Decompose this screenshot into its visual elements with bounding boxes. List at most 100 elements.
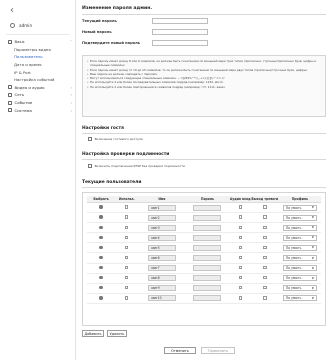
select-radio[interactable] (99, 296, 103, 300)
user-name-field[interactable]: user5 (147, 244, 176, 251)
user-password-field[interactable] (193, 234, 222, 241)
user-name-field[interactable]: user4 (147, 234, 176, 241)
select-radio[interactable] (99, 286, 103, 290)
current-password-input[interactable] (152, 18, 208, 24)
profile-select[interactable]: По умолч. ▼ (282, 214, 317, 221)
alarm-out-checkbox[interactable] (263, 286, 267, 290)
use-checkbox[interactable] (125, 276, 129, 280)
user-password-field[interactable] (193, 255, 222, 262)
use-cell (115, 212, 139, 224)
alarm-out-checkbox[interactable] (263, 245, 267, 250)
sidebar-item[interactable]: Дата и время (8, 61, 72, 69)
cancel-button[interactable]: Отменить (164, 347, 196, 354)
audio-in-checkbox[interactable] (238, 296, 242, 300)
sidebar-item[interactable]: Событие › (8, 99, 72, 107)
use-checkbox[interactable] (125, 215, 129, 219)
user-password-field[interactable] (193, 295, 222, 302)
new-password-input[interactable] (152, 29, 208, 35)
use-checkbox[interactable] (125, 286, 129, 290)
alarm-out-cell (250, 273, 279, 284)
profile-select[interactable]: По умолч. ▼ (282, 244, 317, 251)
user-password-field[interactable] (193, 265, 222, 272)
password-cell (185, 293, 230, 304)
audio-in-cell (229, 202, 251, 214)
select-radio[interactable] (99, 225, 103, 229)
alarm-out-checkbox[interactable] (263, 215, 267, 219)
rtsp-no-auth-checkbox[interactable] (88, 164, 92, 168)
select-radio[interactable] (99, 235, 103, 240)
audio-in-cell (229, 263, 251, 274)
profile-select[interactable]: По умолч. ▼ (282, 224, 317, 231)
user-password-field[interactable] (193, 285, 222, 292)
delete-user-button[interactable]: Удалить (107, 330, 127, 337)
sidebar-item[interactable]: Basic ˄ (8, 38, 72, 46)
user-name-field[interactable]: user10 (147, 295, 176, 302)
user-name-field[interactable]: user9 (147, 285, 176, 292)
table-row: user8 По умолч. ▼ (87, 273, 321, 284)
profile-select[interactable]: По умолч. ▼ (282, 265, 317, 272)
user-password-field[interactable] (193, 224, 222, 231)
use-checkbox[interactable] (125, 225, 129, 229)
alarm-out-checkbox[interactable] (263, 296, 267, 300)
profile-select[interactable]: По умолч. ▼ (282, 295, 317, 302)
profile-select[interactable]: По умолч. ▼ (282, 255, 317, 262)
use-cell (115, 293, 139, 304)
sidebar-divider (6, 34, 69, 35)
audio-in-checkbox[interactable] (238, 245, 242, 250)
user-password-field[interactable] (193, 275, 222, 282)
use-checkbox[interactable] (125, 255, 129, 260)
sidebar-item[interactable]: Параметры видео (8, 46, 72, 54)
sidebar-item[interactable]: Система › (8, 106, 72, 114)
sidebar-item[interactable]: Видео и аудио › (8, 84, 72, 92)
profile-select[interactable]: По умолч. ▼ (282, 285, 317, 292)
audio-in-checkbox[interactable] (238, 255, 242, 260)
user-password-field[interactable] (193, 204, 222, 211)
user-password-field[interactable] (193, 214, 222, 221)
user-name-field[interactable]: user2 (147, 214, 176, 221)
chevron-down-icon: ▼ (311, 276, 314, 280)
table-row: user7 По умолч. ▼ (87, 263, 321, 274)
alarm-out-checkbox[interactable] (263, 205, 267, 209)
sidebar-item[interactable]: IP & Port (8, 68, 72, 76)
profile-select[interactable]: По умолч. ▼ (282, 234, 317, 241)
use-checkbox[interactable] (125, 235, 129, 240)
audio-in-checkbox[interactable] (238, 286, 242, 290)
alarm-out-checkbox[interactable] (263, 276, 267, 280)
user-name-field[interactable]: user7 (147, 265, 176, 272)
user-name-field[interactable]: user6 (147, 255, 176, 262)
apply-button[interactable]: Применить (201, 347, 235, 354)
sidebar-item[interactable]: Пользователь (8, 53, 72, 61)
use-checkbox[interactable] (125, 265, 129, 270)
audio-in-checkbox[interactable] (238, 205, 242, 209)
back-arrow-icon[interactable]: ‹ (10, 6, 14, 16)
confirm-password-input[interactable] (152, 40, 208, 46)
select-radio[interactable] (99, 255, 103, 260)
use-checkbox[interactable] (125, 205, 129, 209)
profile-select[interactable]: По умолч. ▼ (282, 275, 317, 282)
alarm-out-checkbox[interactable] (263, 265, 267, 270)
user-name-field[interactable]: user3 (147, 224, 176, 231)
audio-in-checkbox[interactable] (238, 235, 242, 240)
add-user-button[interactable]: Добавить (82, 330, 104, 337)
audio-in-checkbox[interactable] (238, 265, 242, 270)
select-radio[interactable] (99, 265, 103, 270)
select-radio[interactable] (99, 205, 103, 209)
audio-in-checkbox[interactable] (238, 225, 242, 229)
guest-access-checkbox[interactable] (88, 137, 92, 141)
alarm-out-checkbox[interactable] (263, 225, 267, 229)
select-radio[interactable] (99, 276, 103, 280)
use-checkbox[interactable] (125, 296, 129, 300)
use-checkbox[interactable] (125, 245, 129, 250)
alarm-out-checkbox[interactable] (263, 255, 267, 260)
sidebar-item[interactable]: Настройка событий (8, 76, 72, 84)
user-name-field[interactable]: user8 (147, 275, 176, 282)
audio-in-checkbox[interactable] (238, 215, 242, 219)
audio-in-checkbox[interactable] (238, 276, 242, 280)
alarm-out-checkbox[interactable] (263, 235, 267, 240)
sidebar-item[interactable]: Сеть › (8, 91, 72, 99)
profile-select[interactable]: По умолч. ▼ (282, 204, 317, 211)
user-password-field[interactable] (193, 244, 222, 251)
user-name-field[interactable]: user1 (147, 204, 176, 211)
select-radio[interactable] (99, 245, 103, 250)
select-radio[interactable] (99, 215, 103, 219)
